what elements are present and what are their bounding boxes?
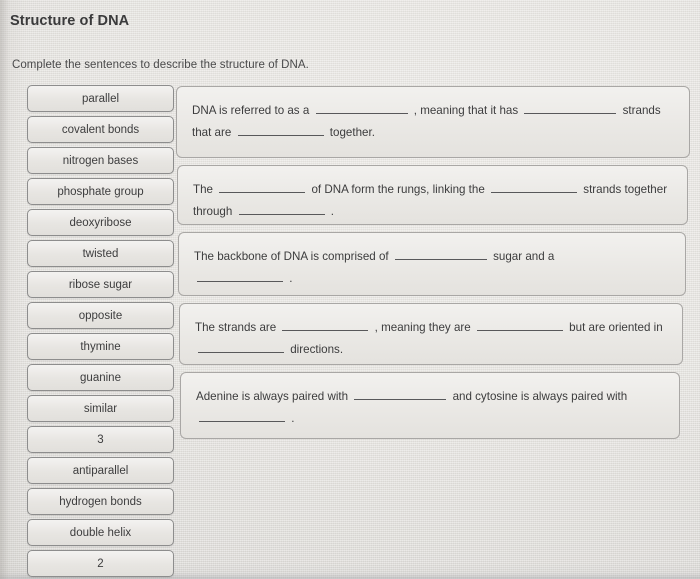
- q5-segment-2: and cytosine is always paired: [452, 390, 604, 403]
- q1-segment-4: together.: [329, 126, 375, 139]
- word-chip-2[interactable]: 2: [27, 550, 174, 577]
- q3-segment-3: .: [289, 272, 293, 285]
- worksheet-content: Structure of DNA Complete the sentences …: [0, 0, 700, 579]
- word-chip-phosphate-group[interactable]: phosphate group: [27, 178, 174, 205]
- q4-blank-3[interactable]: [198, 339, 284, 353]
- question-card-2[interactable]: The of DNA form the rungs, linking the s…: [177, 165, 688, 225]
- q4-segment-2: , meaning they are: [374, 321, 471, 334]
- question-card-3[interactable]: The backbone of DNA is comprised of suga…: [178, 232, 686, 296]
- word-chip-opposite[interactable]: opposite: [27, 302, 174, 329]
- q4-segment-4: oriented in: [608, 321, 663, 334]
- q4-segment-1: The strands are: [195, 321, 277, 334]
- word-chip-hydrogen-bonds[interactable]: hydrogen bonds: [27, 488, 174, 515]
- word-chip-deoxyribose[interactable]: deoxyribose: [27, 209, 174, 236]
- word-chip-thymine[interactable]: thymine: [27, 333, 174, 360]
- q2-segment-2: of DNA form the rungs, linking the: [311, 183, 485, 196]
- q4-segment-5: directions.: [290, 343, 344, 356]
- word-chip-parallel[interactable]: parallel: [27, 85, 174, 112]
- word-chip-twisted[interactable]: twisted: [27, 240, 174, 267]
- q5-segment-3: with: [606, 390, 628, 403]
- q5-blank-2[interactable]: [199, 408, 285, 422]
- q5-segment-4: .: [291, 412, 295, 425]
- word-chip-antiparallel[interactable]: antiparallel: [27, 457, 174, 484]
- q4-blank-1[interactable]: [282, 317, 369, 331]
- q2-blank-1[interactable]: [219, 179, 306, 193]
- q2-segment-4: .: [330, 205, 335, 218]
- q1-segment-1: DNA is referred to as a: [192, 104, 310, 117]
- q3-segment-2: sugar and a: [493, 250, 555, 263]
- q1-segment-2: , meaning that it has: [413, 104, 519, 117]
- q2-segment-1: The: [193, 183, 213, 196]
- question-card-1[interactable]: DNA is referred to as a , meaning that i…: [176, 86, 690, 158]
- q2-blank-3[interactable]: [238, 201, 325, 215]
- question-card-5[interactable]: Adenine is always paired with and cytosi…: [180, 372, 680, 439]
- instructions-text: Complete the sentences to describe the s…: [12, 59, 309, 71]
- q3-blank-2[interactable]: [197, 268, 283, 282]
- q5-blank-1[interactable]: [354, 386, 447, 400]
- word-chip-guanine[interactable]: guanine: [27, 364, 174, 391]
- q4-blank-2[interactable]: [476, 317, 563, 331]
- q3-segment-1: The backbone of DNA is comprised of: [194, 250, 389, 263]
- word-chip-ribose-sugar[interactable]: ribose sugar: [27, 271, 174, 298]
- page-title: Structure of DNA: [10, 13, 130, 29]
- question-card-4[interactable]: The strands are , meaning they are but a…: [179, 303, 683, 365]
- q5-segment-1: Adenine is always paired with: [196, 390, 349, 403]
- word-chip-double-helix[interactable]: double helix: [27, 519, 174, 546]
- q2-blank-2[interactable]: [491, 179, 578, 193]
- word-bank: parallel covalent bonds nitrogen bases p…: [27, 85, 174, 577]
- q1-blank-3[interactable]: [237, 122, 324, 136]
- q3-blank-1[interactable]: [394, 246, 487, 260]
- q1-blank-2[interactable]: [524, 100, 617, 114]
- word-chip-3[interactable]: 3: [27, 426, 174, 453]
- q4-segment-3: but are: [569, 321, 606, 334]
- q1-blank-1[interactable]: [315, 100, 408, 114]
- word-chip-similar[interactable]: similar: [27, 395, 174, 422]
- word-chip-nitrogen-bases[interactable]: nitrogen bases: [27, 147, 174, 174]
- word-chip-covalent-bonds[interactable]: covalent bonds: [27, 116, 174, 143]
